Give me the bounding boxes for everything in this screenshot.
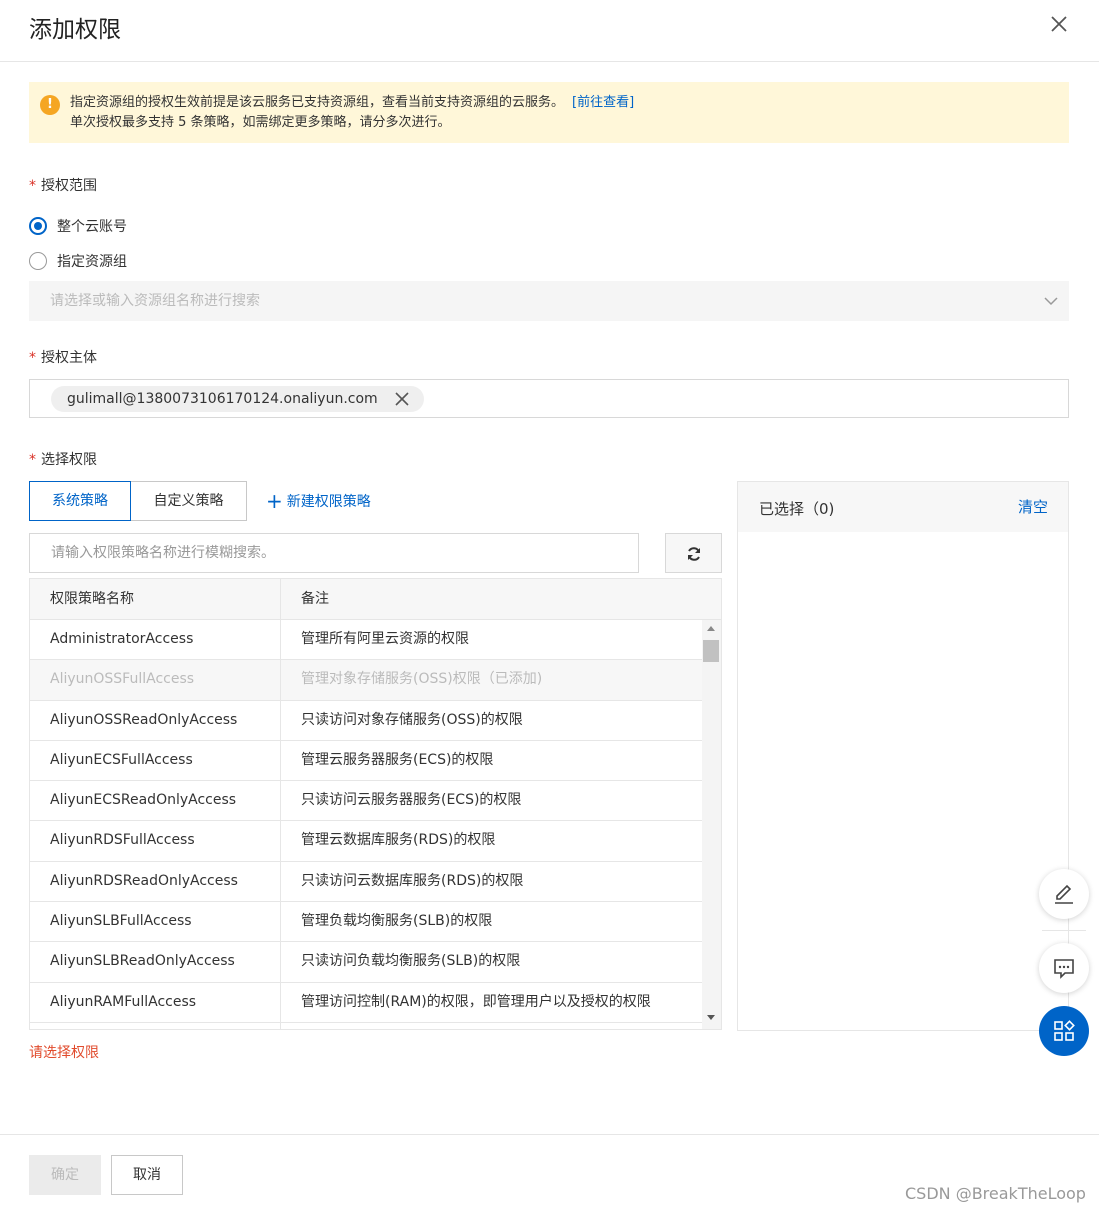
policy-note-cell: 只读访问负载均衡服务(SLB)的权限 xyxy=(301,953,521,970)
table-row: AliyunOSSFullAccess 管理对象存储服务(OSS)权限（已添加) xyxy=(30,660,721,701)
policy-name-cell: AliyunSLBFullAccess xyxy=(30,902,281,942)
policy-name-cell: AliyunOSSReadOnlyAccess xyxy=(30,700,281,740)
scope-label: * 授权范围 xyxy=(29,178,97,194)
policy-note-cell xyxy=(281,1023,701,1029)
edit-float-button[interactable] xyxy=(1039,869,1089,919)
feedback-float-button[interactable] xyxy=(1039,943,1089,993)
scope-label-text: 授权范围 xyxy=(41,178,97,194)
policy-search-input[interactable]: 请输入权限策略名称进行模糊搜索。 xyxy=(29,533,639,573)
confirm-button[interactable]: 确定 xyxy=(29,1155,101,1195)
dialog-title: 添加权限 xyxy=(29,17,121,43)
table-row[interactable]: AliyunSLBReadOnlyAccess 只读访问负载均衡服务(SLB)的权… xyxy=(30,942,721,983)
policy-name-cell: AliyunRDSReadOnlyAccess xyxy=(30,861,281,902)
principal-label-text: 授权主体 xyxy=(41,350,97,366)
scroll-thumb[interactable] xyxy=(703,640,719,662)
radio-whole-account[interactable]: 整个云账号 xyxy=(29,216,127,236)
policy-name-cell: AliyunRAMFullAccess xyxy=(30,982,281,1022)
header-divider xyxy=(0,61,1099,62)
table-row[interactable] xyxy=(30,1022,721,1029)
tab-custom-policy[interactable]: 自定义策略 xyxy=(130,481,247,521)
policy-note-cell: 管理负载均衡服务(SLB)的权限 xyxy=(301,913,493,930)
policy-note-cell: 只读访问对象存储服务(OSS)的权限 xyxy=(301,711,523,728)
principal-label: * 授权主体 xyxy=(29,350,97,366)
table-row[interactable]: AdministratorAccess 管理所有阿里云资源的权限 xyxy=(30,620,721,661)
policy-note-cell: 管理云数据库服务(RDS)的权限 xyxy=(301,832,496,849)
feedback-icon xyxy=(1054,959,1074,979)
notice-line-2: 单次授权最多支持 5 条策略，如需绑定更多策略，请分多次进行。 xyxy=(70,115,451,130)
table-scrollbar[interactable] xyxy=(702,620,721,1029)
permissions-label-text: 选择权限 xyxy=(41,452,97,468)
principal-tag: gulimall@1380073106170124.onaliyun.com xyxy=(51,386,424,412)
policy-name-cell: AdministratorAccess xyxy=(30,620,281,660)
apps-icon xyxy=(1054,1020,1075,1041)
table-row[interactable]: AliyunRAMFullAccess 管理访问控制(RAM)的权限，即管理用户以… xyxy=(30,982,721,1023)
watermark: CSDN @BreakTheLoop xyxy=(905,1184,1086,1203)
policy-note-cell: 管理云服务器服务(ECS)的权限 xyxy=(301,751,494,768)
table-row[interactable]: AliyunECSFullAccess 管理云服务器服务(ECS)的权限 xyxy=(30,740,721,782)
policy-note-cell: 只读访问云数据库服务(RDS)的权限 xyxy=(301,872,524,889)
new-policy-button[interactable]: + 新建权限策略 xyxy=(266,491,371,511)
table-row[interactable]: AliyunOSSReadOnlyAccess 只读访问对象存储服务(OSS)的权… xyxy=(30,700,721,741)
scroll-up-arrow[interactable] xyxy=(707,626,715,631)
chevron-down-icon xyxy=(1044,297,1058,306)
table-body: AdministratorAccess 管理所有阿里云资源的权限 AliyunOSS… xyxy=(30,620,721,1029)
policy-note-cell: 管理所有阿里云资源的权限 xyxy=(301,631,469,647)
permission-error-message: 请选择权限 xyxy=(29,1045,99,1061)
table-row[interactable]: AliyunRDSFullAccess 管理云数据库服务(RDS)的权限 xyxy=(30,821,721,862)
policy-note-cell: 管理对象存储服务(OSS)权限（已添加) xyxy=(301,671,543,688)
plus-icon: + xyxy=(266,489,283,513)
tag-close-icon[interactable] xyxy=(395,392,409,406)
cancel-button[interactable]: 取消 xyxy=(111,1155,183,1195)
edit-icon xyxy=(1055,884,1073,904)
principal-input[interactable]: gulimall@1380073106170124.onaliyun.com xyxy=(29,379,1069,418)
permissions-label: * 选择权限 xyxy=(29,452,97,468)
policy-name-cell: AliyunSLBReadOnlyAccess xyxy=(30,942,281,982)
close-icon[interactable] xyxy=(1048,13,1070,35)
radio-label: 指定资源组 xyxy=(57,254,127,270)
policy-name-cell xyxy=(30,1022,281,1029)
policy-note-cell: 管理访问控制(RAM)的权限，即管理用户以及授权的权限 xyxy=(301,993,651,1010)
resource-group-select[interactable]: 请选择或输入资源组名称进行搜索 xyxy=(29,281,1069,321)
policy-note-cell: 只读访问云服务器服务(ECS)的权限 xyxy=(301,792,522,809)
radio-resource-group[interactable]: 指定资源组 xyxy=(29,251,127,271)
radio-label: 整个云账号 xyxy=(57,219,127,235)
view-supported-services-link[interactable]: [前往查看] xyxy=(572,95,634,110)
notice-banner: ! 指定资源组的授权生效前提是该云服务已支持资源组，查看当前支持资源组的云服务。… xyxy=(29,82,1069,143)
selected-count: 已选择（0) xyxy=(759,500,835,518)
policy-name-cell: AliyunOSSFullAccess xyxy=(30,660,281,700)
policy-name-cell: AliyunRDSFullAccess xyxy=(30,821,281,861)
warning-icon: ! xyxy=(40,95,60,115)
new-policy-label: 新建权限策略 xyxy=(286,494,371,510)
tab-system-policy[interactable]: 系统策略 xyxy=(29,481,131,521)
policy-name-cell: AliyunECSReadOnlyAccess xyxy=(30,781,281,821)
column-header-name: 权限策略名称 xyxy=(30,579,281,619)
table-row[interactable]: AliyunECSReadOnlyAccess 只读访问云服务器服务(ECS)的权… xyxy=(30,781,721,822)
notice-line-1: 指定资源组的授权生效前提是该云服务已支持资源组，查看当前支持资源组的云服务。 xyxy=(70,95,565,110)
footer-divider xyxy=(0,1134,1099,1135)
selected-panel: 已选择（0) 清空 xyxy=(737,481,1069,1031)
table-row[interactable]: AliyunSLBFullAccess 管理负载均衡服务(SLB)的权限 xyxy=(30,902,721,943)
table-row[interactable]: AliyunRDSReadOnlyAccess 只读访问云数据库服务(RDS)的权… xyxy=(30,861,721,903)
float-divider xyxy=(1042,930,1086,931)
radio-button-checked[interactable] xyxy=(29,217,47,235)
table-header: 权限策略名称 备注 xyxy=(30,579,721,620)
scroll-down-arrow[interactable] xyxy=(707,1015,715,1020)
refresh-icon xyxy=(688,547,700,561)
principal-tag-text: gulimall@1380073106170124.onaliyun.com xyxy=(67,391,378,407)
column-header-note: 备注 xyxy=(301,591,329,607)
clear-button[interactable]: 清空 xyxy=(1018,496,1048,517)
add-permission-dialog: 添加权限 ! 指定资源组的授权生效前提是该云服务已支持资源组，查看当前支持资源组… xyxy=(0,0,1099,1212)
selected-panel-header: 已选择（0) 清空 xyxy=(738,482,1068,532)
policy-name-cell: AliyunECSFullAccess xyxy=(30,740,281,781)
radio-button[interactable] xyxy=(29,252,47,270)
apps-float-button[interactable] xyxy=(1039,1006,1089,1056)
refresh-button[interactable] xyxy=(665,533,722,573)
resource-group-placeholder: 请选择或输入资源组名称进行搜索 xyxy=(50,293,260,309)
policy-table: 权限策略名称 备注 AdministratorAccess 管理所有阿里云资源的权… xyxy=(29,578,722,1030)
